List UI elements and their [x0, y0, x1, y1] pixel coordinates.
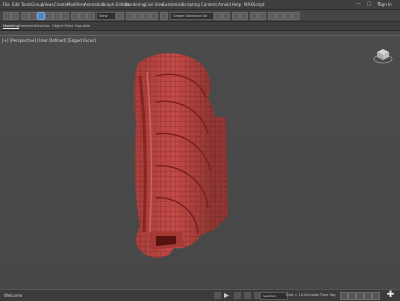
- menu-arnold[interactable]: Arnold: [218, 2, 231, 7]
- sign-in-button[interactable]: Sign In: [378, 2, 392, 7]
- snap-icon[interactable]: [126, 12, 134, 20]
- undo-icon[interactable]: [3, 12, 11, 20]
- selection-set-dropdown[interactable]: Create Selection Se: [170, 12, 214, 20]
- menu-tools[interactable]: Tools: [21, 2, 31, 7]
- align-icon[interactable]: [222, 12, 230, 20]
- unlink-icon[interactable]: [29, 12, 37, 20]
- main-toolbar: View Create Selection Se: [0, 10, 400, 22]
- rendered-frame-icon[interactable]: [284, 12, 292, 20]
- menu-modifiers[interactable]: Modifiers: [67, 2, 85, 7]
- angle-snap-icon[interactable]: [134, 12, 142, 20]
- rotate-icon[interactable]: [79, 12, 87, 20]
- edit-named-selection-icon[interactable]: [160, 12, 168, 20]
- menu-content[interactable]: Content: [201, 2, 217, 7]
- graphite-icon[interactable]: [240, 12, 248, 20]
- material-editor-icon[interactable]: [268, 12, 276, 20]
- grid-size: Grid = 10.0cm: [286, 293, 312, 297]
- rectangular-selection-icon[interactable]: [53, 12, 61, 20]
- zoom-all-icon[interactable]: [348, 292, 356, 300]
- spinner-snap-icon[interactable]: [150, 12, 158, 20]
- menu-maxscript[interactable]: MAXScript: [244, 2, 265, 7]
- zoom-icon[interactable]: [340, 292, 348, 300]
- tab-freeform[interactable]: Freeform: [19, 24, 35, 28]
- pan-icon[interactable]: ✚: [386, 291, 395, 300]
- menu-scripting[interactable]: Scripting: [182, 2, 200, 7]
- scale-icon[interactable]: [87, 12, 95, 20]
- tab-populate[interactable]: Populate: [75, 24, 90, 28]
- menu-bar: File Edit Tools Group Views Create Modif…: [0, 0, 400, 10]
- select-object-icon[interactable]: [37, 12, 45, 20]
- red-mesh-model[interactable]: [0, 36, 400, 290]
- link-icon[interactable]: [21, 12, 29, 20]
- menu-rendering[interactable]: Rendering: [125, 2, 145, 7]
- playback-controls[interactable]: [214, 292, 264, 299]
- status-message: Welcome: [4, 293, 23, 298]
- orbit-icon[interactable]: [372, 292, 380, 300]
- add-time-tag[interactable]: Add Time Tag: [312, 293, 336, 297]
- menu-edit[interactable]: Edit: [12, 2, 20, 7]
- tab-modeling[interactable]: Modeling: [3, 24, 19, 29]
- tab-selection[interactable]: Selection: [34, 24, 50, 28]
- move-icon[interactable]: [71, 12, 79, 20]
- play-icon: [224, 293, 229, 298]
- field-of-view-icon[interactable]: [364, 292, 372, 300]
- menu-customize[interactable]: Customize: [162, 2, 183, 7]
- schematic-view-icon[interactable]: [258, 12, 266, 20]
- mirror-icon[interactable]: [214, 12, 222, 20]
- perspective-viewport[interactable]: [+] [Perspective] [User Defined] [Edged …: [0, 35, 400, 290]
- reference-coordinate-dropdown[interactable]: View: [96, 12, 116, 20]
- menu-file[interactable]: File: [3, 2, 10, 7]
- redo-icon[interactable]: [11, 12, 19, 20]
- status-bar: Welcome Selected Grid = 10.0cm Add Time …: [0, 289, 400, 301]
- select-by-name-icon[interactable]: [45, 12, 53, 20]
- menu-help[interactable]: Help: [232, 2, 241, 7]
- zoom-extents-icon[interactable]: [356, 292, 364, 300]
- curve-editor-icon[interactable]: [250, 12, 258, 20]
- percent-snap-icon[interactable]: [142, 12, 150, 20]
- menu-views[interactable]: Views: [42, 2, 54, 7]
- render-icon[interactable]: [292, 12, 300, 20]
- render-setup-icon[interactable]: [276, 12, 284, 20]
- layer-icon[interactable]: [232, 12, 240, 20]
- menu-create[interactable]: Create: [54, 2, 67, 7]
- window-crossing-icon[interactable]: [61, 12, 69, 20]
- selected-label: Selected: [263, 294, 277, 298]
- ribbon: Modeling Freeform Selection Object Paint…: [0, 22, 400, 31]
- tab-object-paint[interactable]: Object Paint: [52, 24, 73, 28]
- selected-dropdown[interactable]: Selected: [260, 292, 288, 300]
- pivot-icon[interactable]: [116, 12, 124, 20]
